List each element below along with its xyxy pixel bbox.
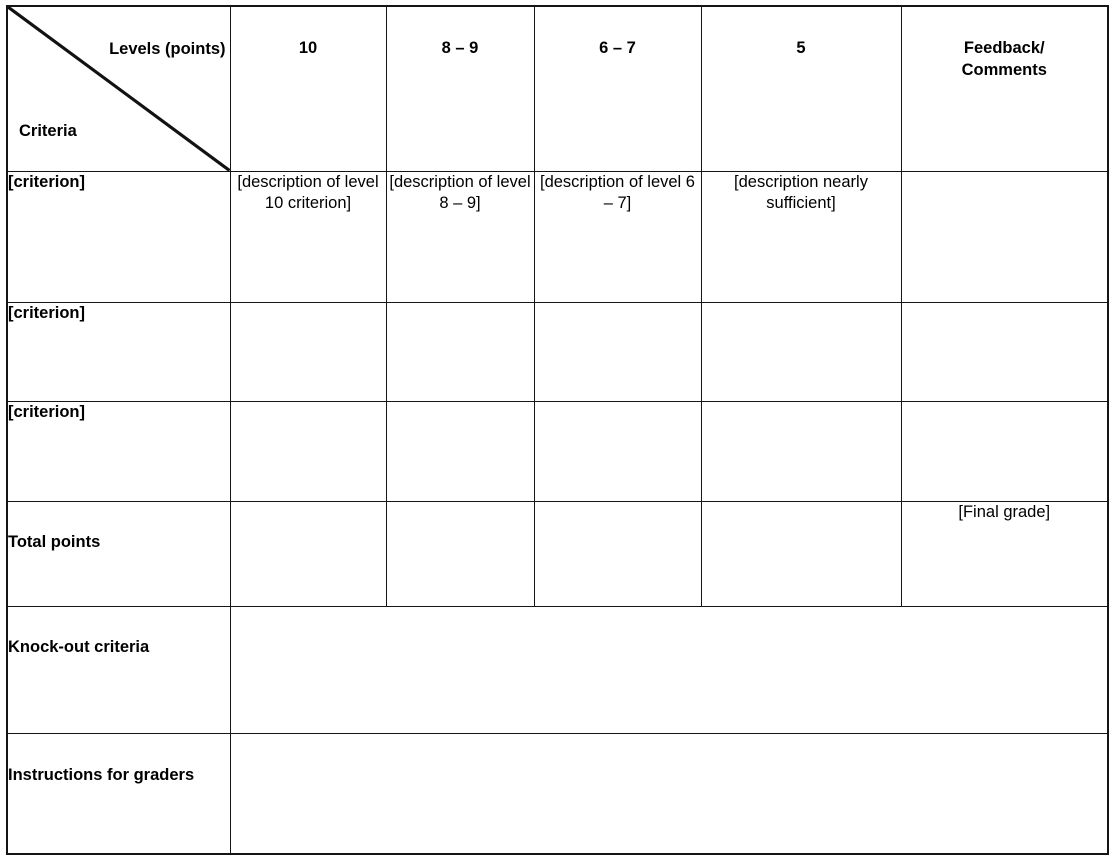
cell-instructions-for-graders-value[interactable] [229, 732, 1109, 855]
row-label-criterion-2[interactable]: [criterion] [6, 301, 231, 402]
row-label-criterion-1[interactable]: [criterion] [6, 170, 231, 303]
row-label-instructions-for-graders: Instructions for graders [6, 732, 231, 855]
diagonal-divider-icon [8, 7, 229, 170]
header-level-8-9-label: 8 – 9 [441, 39, 479, 57]
cell-criterion-1-level-10[interactable]: [description of level 10 criterion] [229, 170, 387, 303]
table-row: [criterion] [description of level 10 cri… [6, 170, 1109, 303]
cell-criterion-1-level-8-9[interactable]: [description of level 8 – 9] [385, 170, 535, 303]
cell-total-level-10[interactable] [229, 500, 387, 607]
cell-criterion-2-level-5[interactable] [700, 301, 902, 402]
cell-criterion-3-level-6-7[interactable] [533, 400, 702, 502]
header-level-10-label: 10 [298, 39, 318, 57]
cell-criterion-3-level-10[interactable] [229, 400, 387, 502]
cell-criterion-3-level-8-9[interactable] [385, 400, 535, 502]
rubric-page: Levels (points) Criteria 10 8 – 9 6 – 7 … [0, 0, 1118, 865]
header-level-5-label: 5 [796, 39, 806, 57]
cell-criterion-2-level-6-7[interactable] [533, 301, 702, 402]
cell-total-final-grade[interactable]: [Final grade] [900, 500, 1109, 607]
levels-points-label: Levels (points) [109, 40, 226, 58]
cell-total-level-8-9[interactable] [385, 500, 535, 607]
cell-criterion-3-feedback[interactable] [900, 400, 1109, 502]
header-feedback-comments-label: Feedback/ Comments [902, 7, 1108, 82]
grading-rubric-table: Levels (points) Criteria 10 8 – 9 6 – 7 … [6, 5, 1109, 855]
table-row: [criterion] [6, 301, 1109, 402]
header-level-5: 5 [700, 5, 902, 172]
header-feedback-comments: Feedback/ Comments [900, 5, 1109, 172]
table-row-instructions: Instructions for graders [6, 732, 1109, 855]
header-level-6-7-label: 6 – 7 [599, 39, 636, 57]
criteria-label: Criteria [19, 122, 77, 140]
header-feedback-line2: Comments [961, 60, 1047, 79]
row-label-total-points: Total points [6, 500, 231, 607]
cell-criterion-2-feedback[interactable] [900, 301, 1109, 402]
cell-total-level-6-7[interactable] [533, 500, 702, 607]
cell-criterion-1-level-5[interactable]: [description nearly sufficient] [700, 170, 902, 303]
row-label-criterion-3[interactable]: [criterion] [6, 400, 231, 502]
table-row-knock-out: Knock-out criteria [6, 605, 1109, 734]
cell-criterion-1-feedback[interactable] [900, 170, 1109, 303]
cell-knock-out-criteria-value[interactable] [229, 605, 1109, 734]
header-level-6-7: 6 – 7 [533, 5, 702, 172]
cell-criterion-3-level-5[interactable] [700, 400, 902, 502]
header-level-10: 10 [229, 5, 387, 172]
cell-criterion-1-level-6-7[interactable]: [description of level 6 – 7] [533, 170, 702, 303]
table-header-row: Levels (points) Criteria 10 8 – 9 6 – 7 … [6, 5, 1109, 172]
header-feedback-line1: Feedback/ [963, 39, 1045, 57]
row-label-knock-out-criteria: Knock-out criteria [6, 605, 231, 734]
cell-criterion-2-level-8-9[interactable] [385, 301, 535, 402]
header-corner-cell: Levels (points) Criteria [6, 5, 231, 172]
cell-criterion-2-level-10[interactable] [229, 301, 387, 402]
table-row-total-points: Total points [Final grade] [6, 500, 1109, 607]
cell-total-level-5[interactable] [700, 500, 902, 607]
header-level-8-9: 8 – 9 [385, 5, 535, 172]
table-row: [criterion] [6, 400, 1109, 502]
